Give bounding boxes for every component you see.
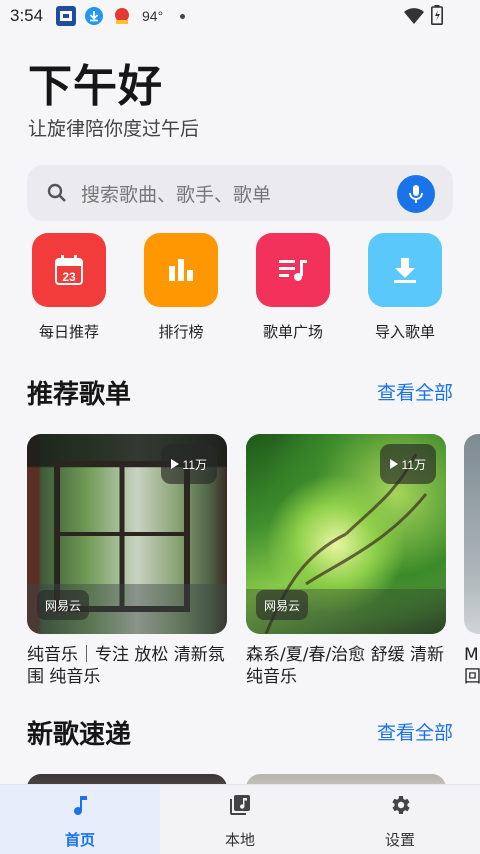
notification-app-icon: [56, 6, 76, 26]
bottom-navigation: 首页 本地 设置: [0, 784, 480, 854]
status-temperature: 94°: [142, 8, 164, 24]
quick-action-label: 排行榜: [158, 323, 204, 341]
more-notifications-icon: [180, 14, 185, 19]
recommended-playlists: 11万 网易云 纯音乐｜专注 放松 清新氛围 纯音乐 11万 网易云 森系/夏/…: [0, 434, 480, 694]
download-icon: [394, 258, 416, 283]
play-count: 11万: [401, 457, 426, 472]
local-library-icon: [230, 795, 250, 815]
play-icon: [389, 459, 398, 469]
playlist-square-tile: [256, 233, 330, 307]
play-count-badge: 11万: [160, 444, 217, 484]
download-status-icon: [84, 6, 104, 26]
section-title-recommended: 推荐歌单: [27, 380, 132, 410]
see-all-new-songs-link[interactable]: 查看全部: [377, 718, 453, 745]
playlist-cover: [464, 434, 480, 634]
status-time: 3:54: [10, 6, 44, 25]
quick-action-import-playlist[interactable]: 导入歌单: [360, 233, 450, 343]
quick-action-daily-recommend[interactable]: 23 每日推荐: [24, 233, 114, 343]
playlist-icon: [279, 260, 307, 281]
playlist-card[interactable]: M 回: [464, 434, 480, 688]
weather-app-icon: [112, 6, 132, 26]
quick-action-label: 导入歌单: [374, 323, 435, 341]
calendar-badge: 23: [62, 270, 76, 284]
playlist-title: 森系/夏/春/治愈 舒缓 清新 纯音乐: [246, 645, 444, 687]
playlist-title: M 回: [464, 645, 480, 687]
playlist-title: 纯音乐｜专注 放松 清新氛围 纯音乐: [27, 645, 225, 687]
play-count: 11万: [182, 457, 207, 472]
microphone-icon: [409, 185, 423, 203]
music-note-icon: [74, 796, 87, 815]
calendar-icon: 23: [55, 255, 83, 285]
playlist-cover: 11万 网易云: [27, 434, 227, 634]
playlist-cover: 11万 网易云: [246, 434, 446, 634]
bar-chart-icon: [169, 259, 193, 281]
search-placeholder: 搜索歌曲、歌手、歌单: [81, 184, 272, 206]
playlist-card[interactable]: 11万 网易云 纯音乐｜专注 放松 清新氛围 纯音乐: [27, 434, 227, 688]
greeting-title: 下午好: [28, 61, 163, 112]
quick-action-playlist-square[interactable]: 歌单广场: [248, 233, 338, 343]
charts-tile: [144, 233, 218, 307]
greeting-subtitle: 让旋律陪你度过午后: [28, 118, 200, 140]
quick-action-label: 每日推荐: [38, 323, 99, 341]
nav-label: 本地: [224, 831, 255, 849]
section-title-new-songs: 新歌速递: [27, 720, 132, 750]
search-bar[interactable]: 搜索歌曲、歌手、歌单: [27, 165, 453, 221]
battery-icon: [431, 5, 443, 29]
quick-action-label: 歌单广场: [262, 323, 323, 341]
import-playlist-tile: [368, 233, 442, 307]
search-icon: [45, 181, 69, 205]
quick-actions: 23 每日推荐 排行榜 歌单广场 导入歌单: [0, 233, 480, 343]
nav-tab-local[interactable]: 本地: [160, 785, 320, 854]
nav-label: 设置: [384, 831, 415, 849]
voice-search-button[interactable]: [397, 175, 435, 213]
nav-label: 首页: [64, 831, 95, 849]
playlist-card[interactable]: 11万 网易云 森系/夏/春/治愈 舒缓 清新 纯音乐: [246, 434, 446, 688]
see-all-recommended-link[interactable]: 查看全部: [377, 378, 453, 405]
source-badge: 网易云: [37, 590, 90, 620]
play-count-badge: 11万: [379, 444, 436, 484]
nav-tab-settings[interactable]: 设置: [320, 785, 480, 854]
quick-action-charts[interactable]: 排行榜: [136, 233, 226, 343]
status-bar: 3:54 94°: [0, 0, 480, 32]
wifi-icon: [404, 7, 424, 29]
gear-icon: [392, 796, 410, 814]
source-badge: 网易云: [256, 590, 309, 620]
daily-recommend-tile: 23: [32, 233, 106, 307]
nav-tab-home[interactable]: 首页: [0, 785, 160, 854]
play-icon: [170, 459, 179, 469]
